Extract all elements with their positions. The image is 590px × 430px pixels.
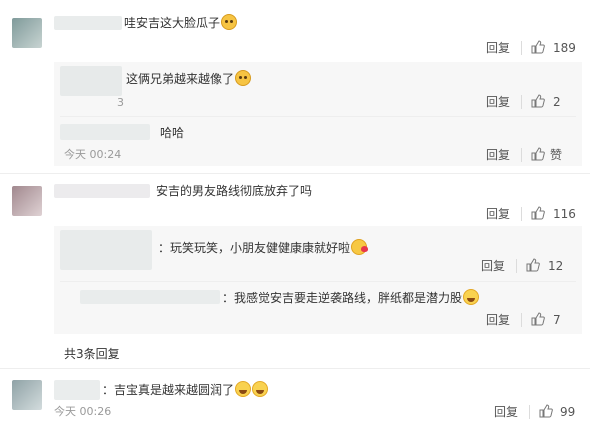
username-blurred[interactable] xyxy=(60,124,150,140)
like-label: 赞 xyxy=(550,148,563,162)
more-replies-link[interactable]: 共3条回复 xyxy=(64,346,120,362)
timestamp: 今天 00:26 xyxy=(54,405,112,418)
timestamp: 今天 00:24 xyxy=(64,148,122,161)
reply-button[interactable]: 回复 xyxy=(494,404,518,420)
reply-button[interactable]: 回复 xyxy=(486,94,510,110)
comment-text: 哇安吉这大脸瓜子 xyxy=(124,14,238,31)
reply-button[interactable]: 回复 xyxy=(486,312,510,328)
reply-text: ：我感觉安吉要走逆袭路线，胖纸都是潜力股 xyxy=(222,289,480,306)
reply-divider xyxy=(60,116,576,117)
divider xyxy=(521,207,522,221)
like-icon[interactable] xyxy=(526,258,540,272)
like-count: 189 xyxy=(553,41,576,55)
comment-text: ：吉宝真是越来越圆润了 xyxy=(102,381,269,398)
like-count: 2 xyxy=(553,95,561,109)
like-icon[interactable] xyxy=(531,40,545,54)
comment-text: 安吉的男友路线彻底放弃了吗 xyxy=(156,184,313,198)
avatar[interactable] xyxy=(12,380,42,410)
reply-button[interactable]: 回复 xyxy=(486,147,510,163)
comment-divider xyxy=(0,173,590,174)
laugh-emoji xyxy=(235,381,252,397)
username-blurred[interactable] xyxy=(54,380,100,400)
laugh-emoji xyxy=(252,381,269,397)
divider xyxy=(516,259,517,273)
username-blurred[interactable] xyxy=(80,290,220,304)
like-count: 7 xyxy=(553,313,561,327)
username-blurred[interactable] xyxy=(54,184,150,198)
avatar-blurred[interactable] xyxy=(60,230,152,270)
divider xyxy=(529,405,530,419)
cat-face-emoji xyxy=(235,70,252,86)
divider xyxy=(521,313,522,327)
reply-text: ：玩笑玩笑，小朋友健健康康就好啦 xyxy=(158,239,369,256)
like-count: 99 xyxy=(560,405,576,419)
divider xyxy=(521,41,522,55)
reply-text: 这俩兄弟越来越像了 xyxy=(126,70,252,87)
avatar[interactable] xyxy=(12,18,42,48)
avatar[interactable] xyxy=(12,186,42,216)
like-count: 12 xyxy=(548,259,564,273)
comment-divider xyxy=(0,368,590,369)
like-icon[interactable] xyxy=(531,206,545,220)
reply-divider xyxy=(60,281,576,282)
cat-face-emoji xyxy=(221,14,238,30)
like-icon[interactable] xyxy=(531,147,545,161)
divider xyxy=(521,148,522,162)
like-count: 116 xyxy=(553,207,576,221)
like-icon[interactable] xyxy=(531,312,545,326)
kiss-emoji xyxy=(351,239,369,255)
laugh-emoji xyxy=(463,289,480,305)
like-icon[interactable] xyxy=(531,94,545,108)
reply-button[interactable]: 回复 xyxy=(481,258,505,274)
divider xyxy=(521,95,522,109)
timestamp: 3 xyxy=(117,96,124,109)
reply-button[interactable]: 回复 xyxy=(486,40,510,56)
like-icon[interactable] xyxy=(539,404,553,418)
reply-text: 哈哈 xyxy=(160,126,185,140)
reply-button[interactable]: 回复 xyxy=(486,206,510,222)
avatar-blurred[interactable] xyxy=(60,66,122,96)
username-blurred[interactable] xyxy=(54,16,122,30)
